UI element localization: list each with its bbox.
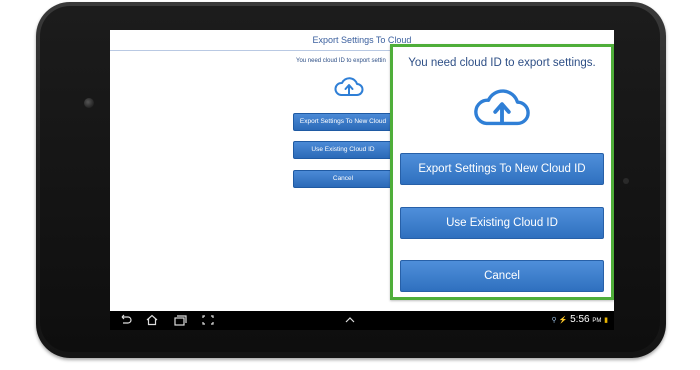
tablet-mockup: Export Settings To Cloud You need cloud … — [0, 0, 700, 370]
cloud-upload-icon — [474, 89, 530, 126]
cloud-id-message-zoomed: You need cloud ID to export settings. — [408, 57, 596, 69]
export-new-cloud-button-zoomed[interactable]: Export Settings To New Cloud ID — [400, 153, 604, 185]
sensor-dot — [623, 178, 629, 184]
use-existing-cloud-button-zoomed[interactable]: Use Existing Cloud ID — [400, 207, 604, 239]
camera-icon — [84, 98, 94, 108]
screenshot-icon[interactable] — [201, 314, 215, 326]
clock-ampm: PM — [592, 318, 602, 324]
chevron-up-icon[interactable] — [343, 314, 357, 326]
cancel-button[interactable]: Cancel — [293, 170, 393, 188]
use-existing-cloud-button[interactable]: Use Existing Cloud ID — [293, 141, 393, 159]
battery-icon: ▮ — [604, 317, 608, 324]
status-area: ⚲ ⚡ 5:56 PM ▮ — [552, 314, 608, 325]
back-icon[interactable] — [118, 314, 132, 326]
cancel-button-zoomed[interactable]: Cancel — [400, 260, 604, 292]
home-icon[interactable] — [145, 314, 159, 326]
cloud-upload-icon — [334, 77, 364, 96]
clock-time: 5:56 — [570, 314, 590, 325]
system-navigation-bar: ⚲ ⚡ 5:56 PM ▮ — [110, 311, 614, 330]
usb-icon: ⚲ ⚡ — [551, 317, 568, 324]
recent-apps-icon[interactable] — [173, 314, 187, 326]
cloud-id-message: You need cloud ID to export settin — [296, 58, 386, 64]
zoom-callout: You need cloud ID to export settings. Ex… — [390, 44, 614, 300]
export-new-cloud-button[interactable]: Export Settings To New Cloud — [293, 113, 393, 131]
